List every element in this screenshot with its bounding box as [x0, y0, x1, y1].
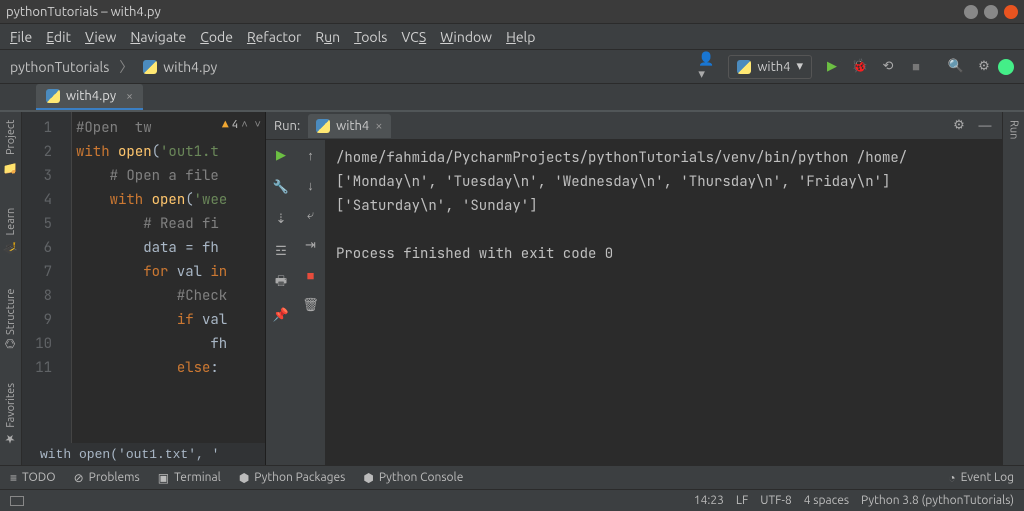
sidebar-item-run[interactable]: Run [1008, 116, 1020, 143]
python-file-icon [46, 89, 60, 103]
menu-help[interactable]: Help [506, 29, 535, 45]
menu-window[interactable]: Window [440, 29, 492, 45]
warning-icon: ▲ [222, 118, 229, 132]
menu-file[interactable]: File [10, 29, 32, 45]
search-icon[interactable]: 🔍 [946, 57, 966, 77]
run-config-label: with4 [757, 60, 790, 74]
tool-terminal[interactable]: ▣Terminal [158, 471, 221, 485]
editor-gutter: 1234567891011 [22, 112, 58, 443]
menu-edit[interactable]: Edit [46, 29, 71, 45]
python-file-icon [143, 60, 157, 74]
up-icon[interactable]: ↑ [302, 146, 320, 164]
window-titlebar: pythonTutorials – with4.py [0, 0, 1024, 24]
python-icon [737, 60, 751, 74]
close-icon[interactable] [1004, 5, 1018, 19]
soft-wrap-icon[interactable]: ⤶ [302, 206, 320, 224]
menu-run[interactable]: Run [315, 29, 340, 45]
run-actions-column: ▶ 🔧 ⇣ ☲ 🖶 📌 [266, 140, 296, 465]
chevron-down-icon: ▾ [796, 59, 803, 74]
breadcrumb-file[interactable]: with4.py [163, 59, 217, 75]
wrench-icon[interactable]: 🔧 [272, 178, 290, 196]
sidebar-item-learn[interactable]: 🎓Learn [4, 204, 18, 258]
sidebar-item-favorites[interactable]: ★Favorites [4, 379, 18, 450]
tab-label: with4.py [66, 89, 116, 103]
print-icon[interactable]: 🖶 [272, 274, 290, 292]
run-tab-label: with4 [336, 119, 369, 133]
analysis-icon[interactable] [998, 59, 1014, 75]
menu-navigate[interactable]: Navigate [130, 29, 186, 45]
trash-icon[interactable]: 🗑 [302, 296, 320, 314]
chevrons-icon: ˄ ˅ [241, 118, 261, 132]
bottom-tool-bar: ≡TODO ⊘Problems ▣Terminal ⬢Python Packag… [0, 465, 1024, 489]
editor-fold-gutter [58, 112, 72, 443]
maximize-icon[interactable] [984, 5, 998, 19]
coverage-button[interactable]: ⟲ [878, 57, 898, 77]
tool-packages[interactable]: ⬢Python Packages [239, 471, 346, 485]
minimize-icon[interactable] [964, 5, 978, 19]
gear-icon[interactable]: ⚙ [974, 57, 994, 77]
run-tool-window: Run: with4 × ⚙ — ▶ 🔧 ⇣ ☲ 🖶 📌 ↑ ↓ ⤶ [266, 112, 1002, 465]
down-icon[interactable]: ⇣ [272, 210, 290, 228]
tab-close-icon[interactable]: × [375, 119, 382, 133]
tool-problems[interactable]: ⊘Problems [74, 471, 140, 485]
menu-view[interactable]: View [85, 29, 116, 45]
down-icon[interactable]: ↓ [302, 176, 320, 194]
tool-console[interactable]: ⬢Python Console [363, 471, 463, 485]
menu-code[interactable]: Code [200, 29, 233, 45]
scroll-end-icon[interactable]: ⇥ [302, 236, 320, 254]
editor-content[interactable]: #Open tw with open('out1.t # Open a file… [72, 112, 265, 443]
run-tab[interactable]: with4 × [308, 114, 390, 138]
menu-refactor[interactable]: Refactor [247, 29, 301, 45]
window-title: pythonTutorials – with4.py [6, 5, 958, 19]
breadcrumb-project[interactable]: pythonTutorials [10, 59, 109, 75]
stop-button[interactable]: ■ [302, 266, 320, 284]
editor-tabs: with4.py × [0, 84, 1024, 112]
inspection-badge[interactable]: ▲ 4 ˄ ˅ [222, 118, 261, 132]
console-output[interactable]: /home/fahmida/PycharmProjects/pythonTuto… [326, 140, 1002, 465]
user-icon[interactable]: 👤▾ [698, 57, 718, 77]
python-icon [316, 119, 330, 133]
navigation-bar: pythonTutorials 〉 with4.py 👤▾ with4 ▾ ▶ … [0, 50, 1024, 84]
rerun-button[interactable]: ▶ [272, 146, 290, 164]
debug-button[interactable]: 🐞 [850, 57, 870, 77]
chevron-right-icon: 〉 [119, 57, 133, 77]
run-actions-column-2: ↑ ↓ ⤶ ⇥ ■ 🗑 [296, 140, 326, 465]
tab-with4[interactable]: with4.py × [36, 84, 143, 110]
tab-close-icon[interactable]: × [126, 90, 133, 103]
run-panel-title: Run: [274, 119, 300, 133]
gear-icon[interactable]: ⚙ [950, 117, 968, 135]
sidebar-item-project[interactable]: 📁Project [4, 116, 18, 178]
sidebar-item-structure[interactable]: ⌬Structure [4, 284, 18, 353]
run-config-selector[interactable]: with4 ▾ [728, 55, 812, 79]
breadcrumb[interactable]: pythonTutorials 〉 with4.py [10, 57, 217, 77]
editor-breadcrumb[interactable]: with open('out1.txt', ' [22, 443, 265, 465]
pin-icon[interactable]: 📌 [272, 306, 290, 324]
menu-vcs[interactable]: VCS [401, 29, 426, 45]
code-editor[interactable]: ▲ 4 ˄ ˅ 1234567891011 #Open tw with open… [22, 112, 266, 465]
left-tool-rail: 📁Project 🎓Learn ⌬Structure ★Favorites [0, 112, 22, 465]
run-button[interactable]: ▶ [822, 57, 842, 77]
tool-eventlog[interactable]: ◔Event Log [948, 471, 1014, 485]
hide-panel-icon[interactable]: — [976, 117, 994, 135]
menu-tools[interactable]: Tools [354, 29, 387, 45]
right-tool-rail: Run [1002, 112, 1024, 465]
menu-bar: File Edit View Navigate Code Refactor Ru… [0, 24, 1024, 50]
stop-button[interactable]: ■ [906, 57, 926, 77]
status-bar: 14:23 LF UTF-8 4 spaces Python 3.8 (pyth… [0, 489, 1024, 511]
tool-todo[interactable]: ≡TODO [10, 471, 56, 485]
layout-icon[interactable]: ☲ [272, 242, 290, 260]
inspection-count: 4 [232, 118, 239, 132]
